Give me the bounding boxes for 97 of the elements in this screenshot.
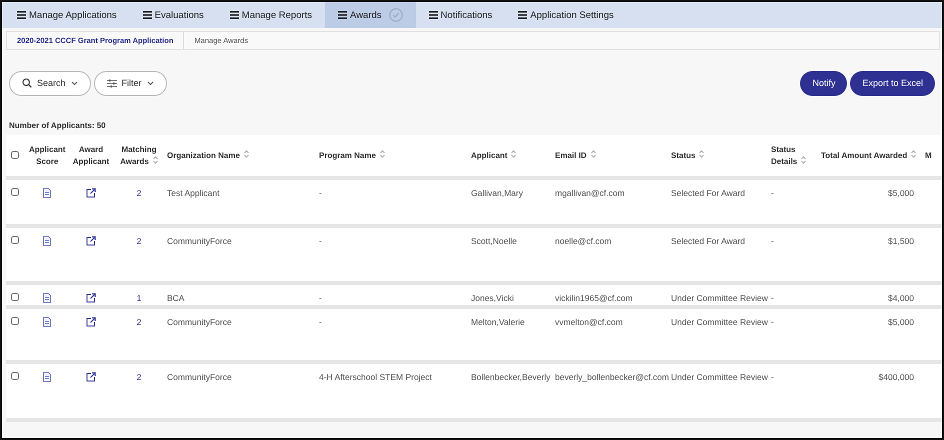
row-checkbox[interactable]: [11, 317, 19, 325]
document-icon[interactable]: [43, 317, 51, 327]
table-cell: $400,000: [878, 372, 914, 382]
sort-icon: [511, 150, 516, 158]
column-header[interactable]: Applicant: [471, 150, 516, 162]
document-icon[interactable]: [43, 293, 51, 303]
external-link-icon[interactable]: [86, 236, 96, 246]
table-cell: -: [319, 188, 322, 198]
nav-tab[interactable]: Notifications: [416, 2, 506, 28]
filter-button[interactable]: Filter: [94, 70, 167, 96]
table-cell: Under Committee Review: [671, 317, 768, 327]
sort-icon: [152, 156, 158, 164]
matching-awards-link[interactable]: 2: [136, 188, 142, 198]
applicant-count: Number of Applicants: 50: [9, 121, 107, 130]
table-cell: -: [771, 293, 774, 303]
external-link-icon[interactable]: [86, 188, 96, 198]
row-checkbox[interactable]: [11, 236, 19, 244]
table-cell: vvmelton@cf.com: [555, 317, 623, 327]
menu-icon: [518, 11, 528, 19]
table-cell: -: [771, 317, 774, 327]
external-link-icon[interactable]: [86, 317, 96, 327]
row-checkbox[interactable]: [11, 293, 19, 301]
matching-awards-link[interactable]: 2: [136, 317, 142, 327]
menu-icon: [428, 11, 438, 19]
table-cell: Under Committee Review: [671, 372, 768, 382]
table-cell: $4,000: [888, 293, 914, 303]
table-cell: -: [319, 293, 322, 303]
table-cell: CommunityForce: [167, 372, 232, 382]
nav-tab[interactable]: Manage Reports: [216, 2, 326, 28]
table-cell: $5,000: [888, 188, 914, 198]
column-header[interactable]: Status Details: [771, 144, 815, 167]
column-header[interactable]: Email ID: [555, 150, 596, 162]
table-cell: Under Committee Review: [671, 293, 768, 303]
menu-icon: [17, 11, 26, 19]
sort-icon: [801, 156, 806, 164]
table-cell: -: [771, 188, 774, 198]
table-cell: Gallivan,Mary: [471, 188, 523, 198]
nav-tab[interactable]: Evaluations: [130, 2, 217, 28]
table-cell: CommunityForce: [167, 317, 232, 327]
caret-icon: [146, 80, 154, 86]
table-cell: CommunityForce: [167, 236, 232, 246]
row-checkbox[interactable]: [11, 188, 19, 196]
table-cell: beverly_bollenbecker@cf.com: [555, 372, 669, 382]
sort-icon: [911, 150, 916, 158]
external-link-icon[interactable]: [86, 293, 96, 303]
column-header: Applicant Score: [29, 144, 66, 167]
sort-icon: [699, 150, 704, 158]
nav-tab[interactable]: Awards: [325, 2, 416, 28]
matching-awards-link[interactable]: 1: [136, 293, 142, 303]
document-icon[interactable]: [43, 236, 51, 246]
search-icon: [22, 78, 32, 88]
table-cell: -: [319, 317, 322, 327]
select-all-checkbox[interactable]: [11, 150, 19, 158]
search-button[interactable]: Search: [9, 70, 91, 96]
table-cell: Melton,Valerie: [471, 317, 525, 327]
table-cell: $1,500: [888, 236, 914, 246]
column-header[interactable]: Total Amount Awarded: [821, 150, 916, 162]
sliders-icon: [106, 78, 117, 88]
document-icon[interactable]: [43, 188, 51, 198]
table-cell: Scott,Noelle: [471, 236, 517, 246]
menu-icon: [338, 11, 348, 19]
menu-icon: [230, 11, 239, 19]
sort-icon: [590, 150, 596, 158]
table-cell: -: [771, 372, 774, 382]
row-checkbox[interactable]: [11, 372, 19, 380]
external-link-icon[interactable]: [86, 372, 96, 382]
nav-tab[interactable]: Manage Applications: [4, 2, 130, 28]
sort-icon: [380, 150, 385, 158]
document-icon[interactable]: [43, 372, 51, 382]
menu-icon: [142, 11, 152, 19]
table-cell: Bollenbecker,Beverly: [471, 372, 550, 382]
column-header[interactable]: Organization Name: [167, 150, 249, 162]
matching-awards-link[interactable]: 2: [136, 372, 142, 382]
column-header: Award Applicant: [72, 144, 110, 167]
table-cell: Selected For Award: [671, 188, 746, 198]
notify-button[interactable]: Notify: [800, 70, 848, 96]
column-header[interactable]: Matching Awards: [117, 144, 161, 167]
table-cell: noelle@cf.com: [555, 236, 612, 246]
table-cell: vickilin1965@cf.com: [555, 293, 633, 303]
table-cell: Test Applicant: [167, 188, 220, 198]
sort-icon: [244, 150, 249, 158]
caret-icon: [70, 80, 78, 86]
table-cell: -: [771, 236, 774, 246]
check-circle-icon: [388, 8, 403, 22]
table-cell: mgallivan@cf.com: [555, 188, 625, 198]
table-cell: $5,000: [888, 317, 914, 327]
column-header[interactable]: Status: [671, 150, 704, 162]
column-header[interactable]: Program Name: [319, 150, 385, 162]
table-cell: 4-H Afterschool STEM Project: [319, 372, 432, 382]
column-header: M: [925, 150, 932, 162]
table-cell: -: [319, 236, 322, 246]
nav-tab[interactable]: Application Settings: [505, 2, 627, 28]
table-cell: BCA: [167, 293, 184, 303]
export-button[interactable]: Export to Excel: [850, 70, 935, 96]
table-cell: Selected For Award: [671, 236, 746, 246]
matching-awards-link[interactable]: 2: [136, 236, 142, 246]
table-cell: Jones,Vicki: [471, 293, 514, 303]
